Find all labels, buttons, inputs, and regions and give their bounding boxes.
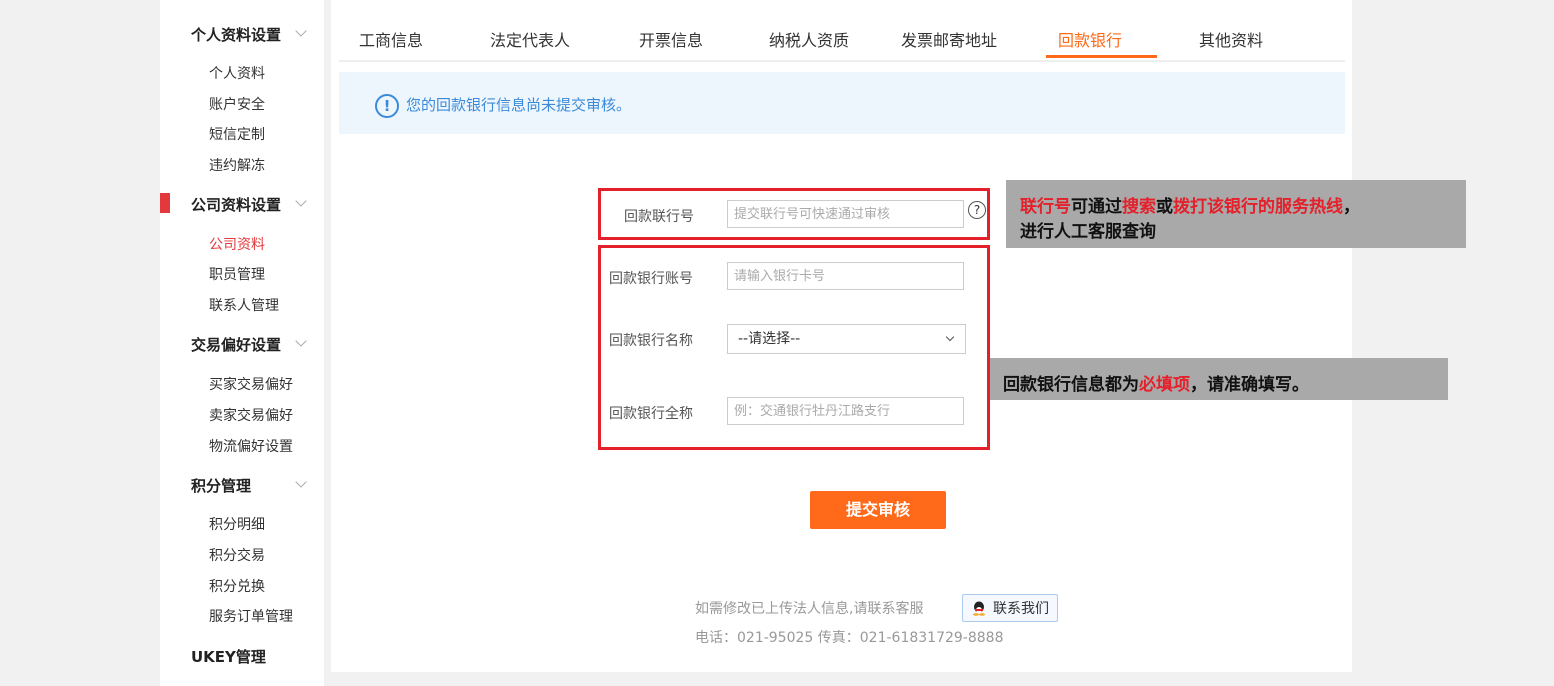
contact-us-button[interactable]: 联系我们	[962, 594, 1058, 622]
sidebar-item-company-info[interactable]: 公司资料	[209, 234, 265, 254]
chevron-down-icon[interactable]	[295, 476, 307, 488]
callout-required-tip: 回款银行信息都为必填项，请准确填写。	[990, 358, 1448, 400]
tab-invoice-address[interactable]: 发票邮寄地址	[901, 27, 997, 51]
callout-highlight: 必填项	[1139, 375, 1190, 395]
qq-penguin-icon	[973, 601, 985, 616]
tab-taxpayer[interactable]: 纳税人资质	[769, 27, 849, 51]
sidebar-section-trade[interactable]: 交易偏好设置	[191, 334, 281, 355]
callout-line: 回款银行信息都为必填项，请准确填写。	[1003, 370, 1309, 395]
tab-invoice-info[interactable]: 开票信息	[639, 27, 703, 51]
highlight-box-bank-code	[598, 188, 990, 240]
contact-us-label: 联系我们	[993, 601, 1049, 617]
chevron-down-icon[interactable]	[295, 25, 307, 37]
callout-text: 或	[1156, 197, 1173, 217]
notice-banner: ! 您的回款银行信息尚未提交审核。	[339, 72, 1345, 134]
callout-bank-code-tip: 联行号可通过搜索或拨打该银行的服务热线， 进行人工客服查询	[1006, 180, 1466, 248]
callout-text: ，请准确填写。	[1190, 375, 1309, 395]
sidebar-section-points[interactable]: 积分管理	[191, 475, 251, 496]
callout-line-1: 联行号可通过搜索或拨打该银行的服务热线，	[1020, 192, 1360, 217]
sidebar-item-contacts[interactable]: 联系人管理	[209, 295, 279, 315]
notice-text: 您的回款银行信息尚未提交审核。	[406, 96, 632, 114]
sidebar-item-points-redeem[interactable]: 积分兑换	[209, 576, 265, 596]
sidebar-item-staff[interactable]: 职员管理	[209, 264, 265, 284]
sidebar-item-logistics-pref[interactable]: 物流偏好设置	[209, 436, 293, 456]
tab-legal-rep[interactable]: 法定代表人	[490, 27, 570, 51]
chevron-down-icon[interactable]	[295, 335, 307, 347]
callout-line-2: 进行人工客服查询	[1020, 222, 1156, 242]
sidebar-item-points-trade[interactable]: 积分交易	[209, 545, 265, 565]
sidebar-section-personal[interactable]: 个人资料设置	[191, 24, 281, 45]
active-tab-underline	[1046, 55, 1157, 58]
exclamation-circle-icon: !	[375, 94, 399, 118]
callout-text: 可通过	[1071, 197, 1122, 217]
sidebar-section-ukey[interactable]: UKEY管理	[191, 646, 266, 667]
sidebar-item-buyer-pref[interactable]: 买家交易偏好	[209, 374, 293, 394]
active-indicator	[160, 193, 170, 213]
footer-note: 如需修改已上传法人信息,请联系客服	[695, 601, 924, 617]
tab-bar: 工商信息 法定代表人 开票信息 纳税人资质 发票邮寄地址 回款银行 其他资料	[339, 0, 1345, 62]
sidebar-item-account-security[interactable]: 账户安全	[209, 94, 265, 114]
sidebar-item-sms[interactable]: 短信定制	[209, 124, 265, 144]
sidebar: 个人资料设置 个人资料 账户安全 短信定制 违约解冻 公司资料设置 公司资料 职…	[160, 0, 324, 686]
footer-phone: 电话：021-95025 传真：021-61831729-8888	[695, 630, 1004, 646]
callout-highlight: 搜索	[1122, 197, 1156, 217]
highlight-box-required-fields	[598, 245, 990, 450]
tab-payment-bank[interactable]: 回款银行	[1058, 27, 1122, 51]
sidebar-item-seller-pref[interactable]: 卖家交易偏好	[209, 405, 293, 425]
sidebar-item-unfreeze[interactable]: 违约解冻	[209, 155, 265, 175]
callout-highlight: 拨打该银行的服务热线	[1173, 197, 1343, 217]
submit-review-button[interactable]: 提交审核	[810, 491, 946, 529]
sidebar-item-profile[interactable]: 个人资料	[209, 63, 265, 83]
sidebar-item-points-detail[interactable]: 积分明细	[209, 514, 265, 534]
callout-text: 回款银行信息都为	[1003, 375, 1139, 395]
sidebar-section-company[interactable]: 公司资料设置	[191, 194, 281, 215]
sidebar-item-service-orders[interactable]: 服务订单管理	[209, 606, 293, 626]
callout-highlight: 联行号	[1020, 197, 1071, 217]
tab-other-info[interactable]: 其他资料	[1199, 27, 1263, 51]
tab-business-info[interactable]: 工商信息	[359, 27, 423, 51]
callout-text: ，	[1343, 197, 1360, 217]
chevron-down-icon[interactable]	[295, 195, 307, 207]
